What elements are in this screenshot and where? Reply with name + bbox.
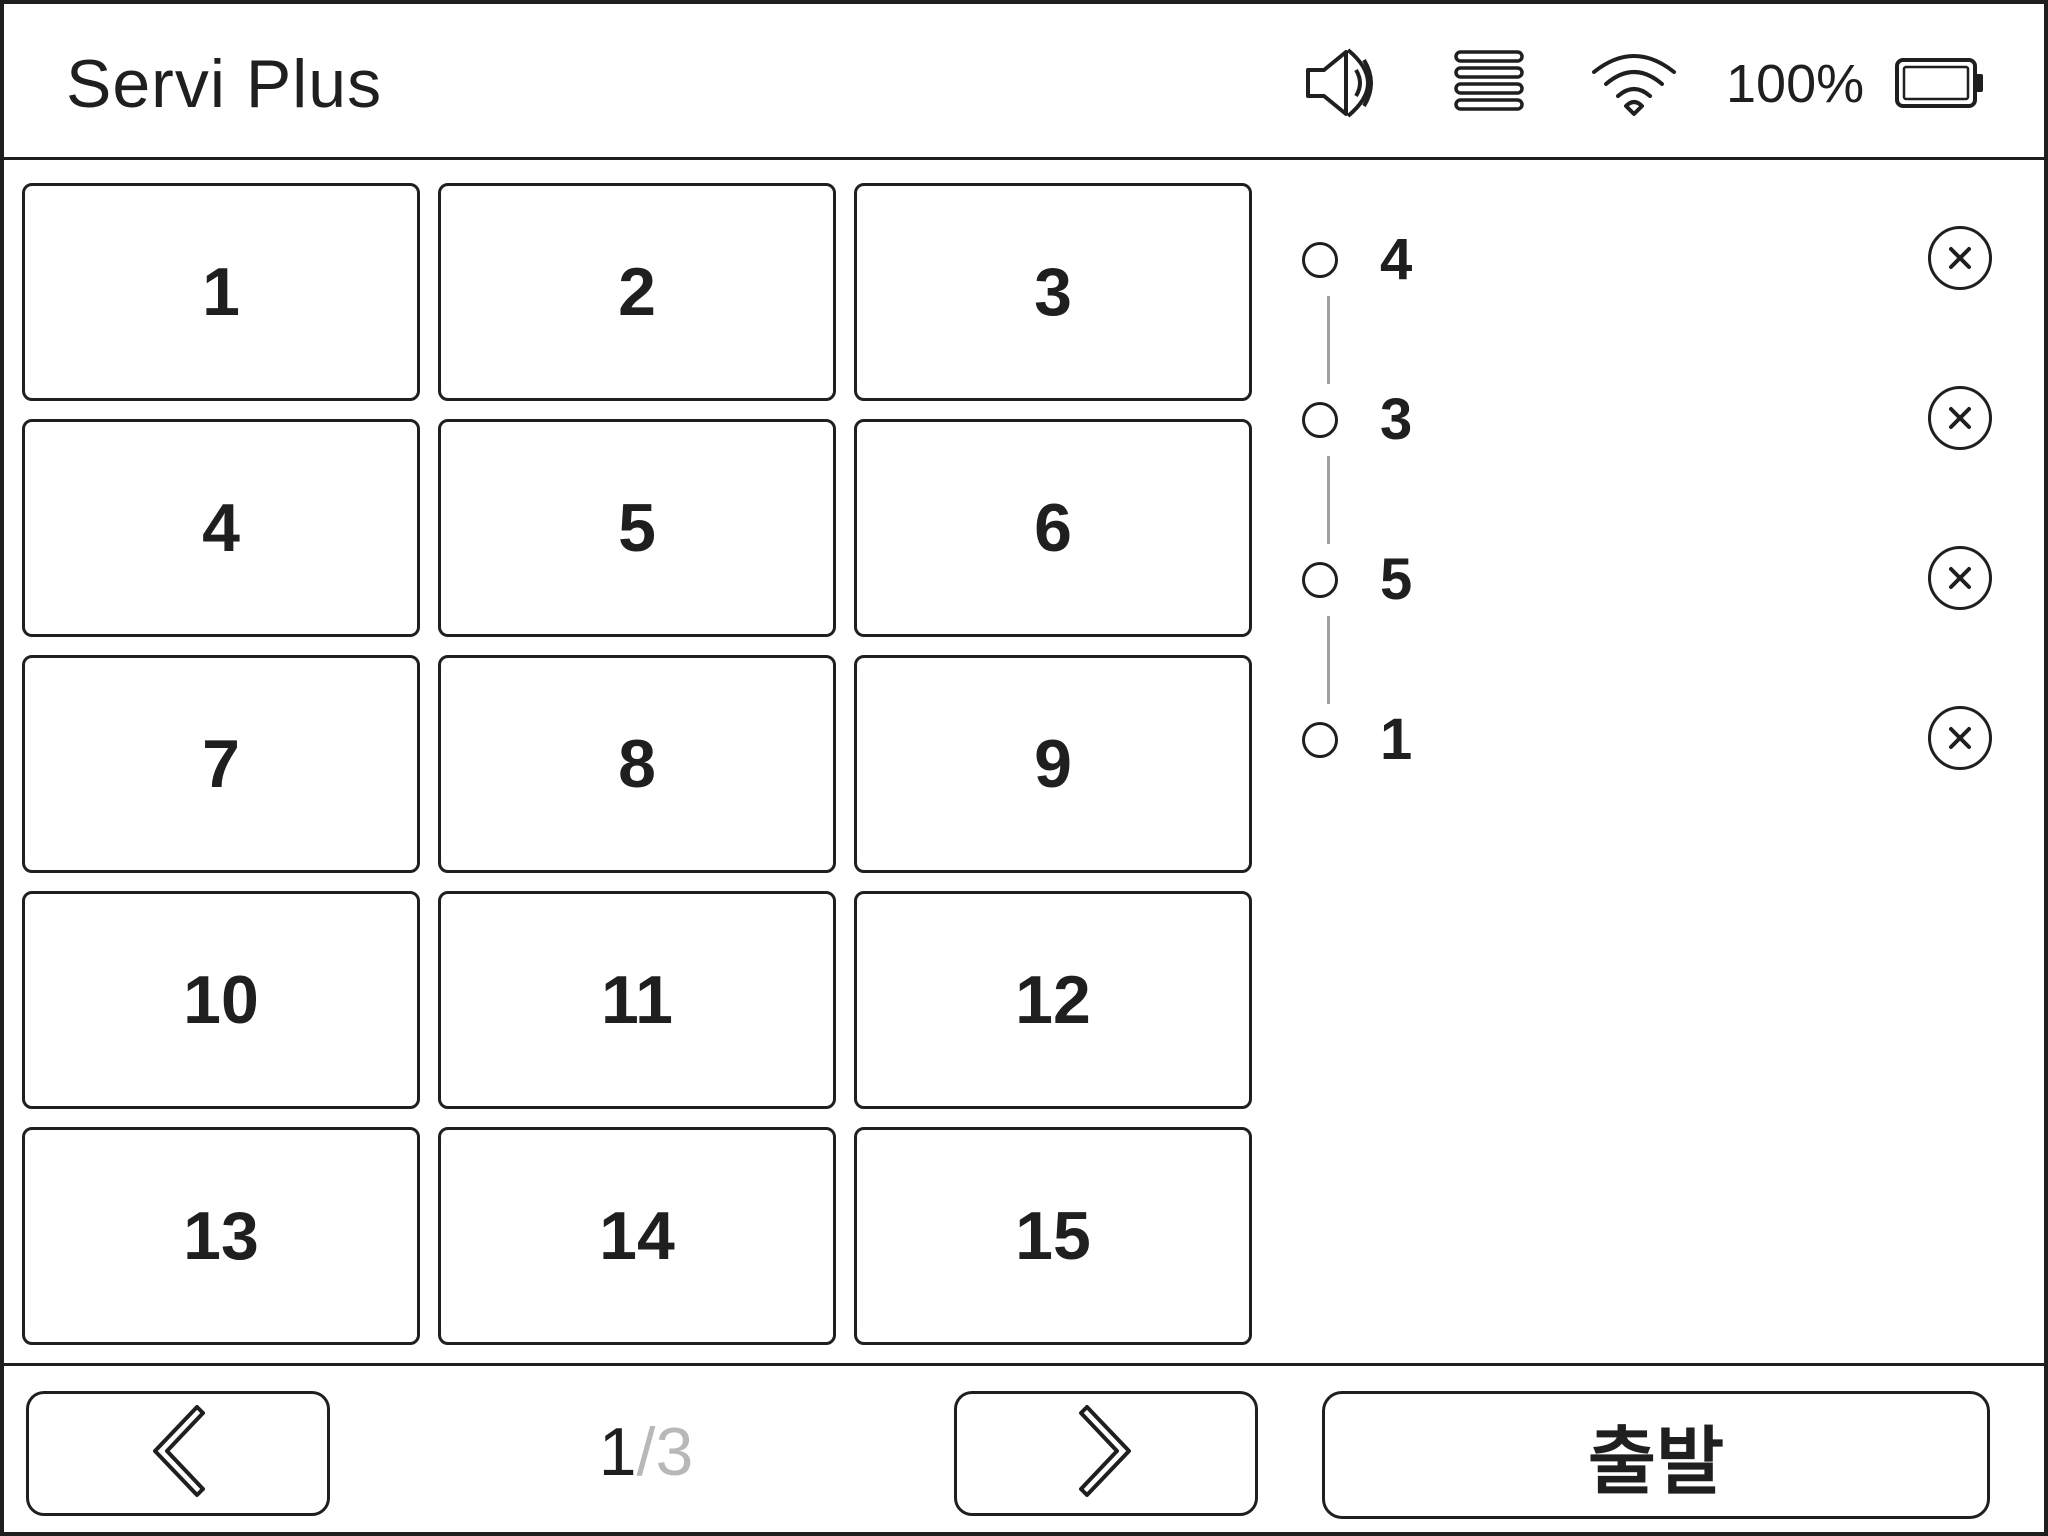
robot-screen: Servi Plus 100% 1 2 3 4 5 6 7 8 9 10 11 … (0, 0, 2048, 1536)
queue-item-label: 5 (1380, 547, 1413, 612)
table-button-13[interactable]: 13 (22, 1127, 420, 1345)
page-indicator: 1/3 (564, 1414, 728, 1490)
queue-item-label: 3 (1380, 387, 1413, 452)
page-separator: / (636, 1414, 656, 1490)
table-button-15[interactable]: 15 (854, 1127, 1252, 1345)
menu-icon[interactable] (1452, 42, 1526, 127)
remove-icon[interactable] (1928, 226, 1992, 290)
table-button-4[interactable]: 4 (22, 419, 420, 637)
footer-bar: 1/3 출발 (4, 1363, 2044, 1536)
page-current: 1 (598, 1414, 637, 1490)
table-button-7[interactable]: 7 (22, 655, 420, 873)
queue-dot-icon (1302, 402, 1338, 438)
next-page-button[interactable] (954, 1391, 1258, 1516)
queue-item-label: 1 (1380, 707, 1413, 772)
chevron-right-icon (1061, 1401, 1151, 1506)
queue-item: 1 (1302, 706, 1992, 776)
queue-connector (1327, 616, 1330, 704)
remove-icon[interactable] (1928, 546, 1992, 610)
table-button-5[interactable]: 5 (438, 419, 836, 637)
app-title: Servi Plus (66, 46, 383, 122)
table-button-3[interactable]: 3 (854, 183, 1252, 401)
page-total: 3 (655, 1414, 694, 1490)
table-button-12[interactable]: 12 (854, 891, 1252, 1109)
speaker-icon[interactable] (1304, 42, 1386, 129)
battery-icon (1894, 54, 1986, 121)
queue-connector (1327, 296, 1330, 384)
table-button-11[interactable]: 11 (438, 891, 836, 1109)
table-button-14[interactable]: 14 (438, 1127, 836, 1345)
queue-dot-icon (1302, 562, 1338, 598)
queue-item: 4 (1302, 226, 1992, 296)
table-button-2[interactable]: 2 (438, 183, 836, 401)
wifi-icon[interactable] (1590, 42, 1678, 129)
battery-percentage: 100% (1726, 54, 1865, 114)
table-button-9[interactable]: 9 (854, 655, 1252, 873)
depart-button[interactable]: 출발 (1322, 1391, 1990, 1519)
table-button-6[interactable]: 6 (854, 419, 1252, 637)
queue-connector (1327, 456, 1330, 544)
queue-item: 3 (1302, 386, 1992, 456)
chevron-left-icon (133, 1401, 223, 1506)
header-bar: Servi Plus 100% (4, 4, 2044, 160)
queue-dot-icon (1302, 722, 1338, 758)
previous-page-button[interactable] (26, 1391, 330, 1516)
queue-item: 5 (1302, 546, 1992, 616)
table-button-10[interactable]: 10 (22, 891, 420, 1109)
queue-dot-icon (1302, 242, 1338, 278)
table-button-8[interactable]: 8 (438, 655, 836, 873)
queue-item-label: 4 (1380, 227, 1413, 292)
table-button-1[interactable]: 1 (22, 183, 420, 401)
remove-icon[interactable] (1928, 706, 1992, 770)
remove-icon[interactable] (1928, 386, 1992, 450)
